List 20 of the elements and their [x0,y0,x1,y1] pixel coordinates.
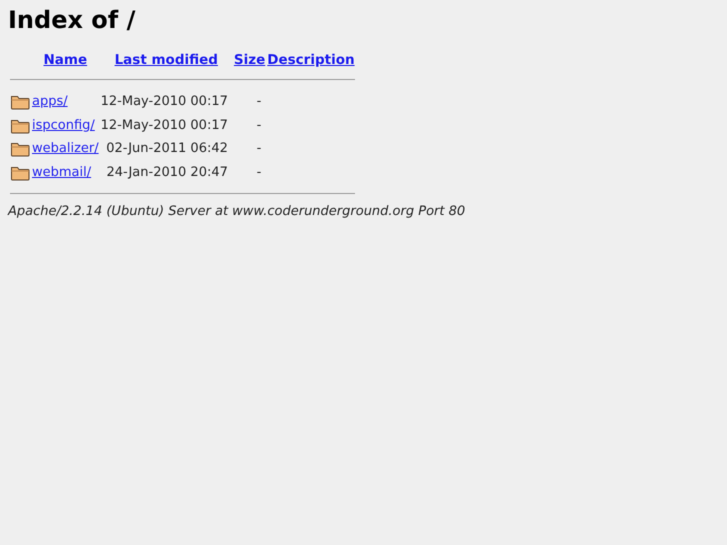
modified-date: 12-May-2010 00:17 [100,118,228,133]
file-size: - [256,164,262,180]
modified-date: 12-May-2010 00:17 [100,94,228,110]
folder-icon [10,93,30,110]
column-header-link[interactable]: Description [267,52,355,68]
column-header-link[interactable]: Name [43,52,88,68]
folder-icon [10,140,30,158]
folder-link[interactable]: ispconfig/ [32,118,95,133]
file-size: - [256,94,262,110]
folder-link[interactable]: apps/ [32,94,68,110]
page-title: Index of / [8,6,136,34]
column-header-link[interactable]: Size [234,52,266,68]
modified-date: 24-Jan-2010 20:47 [106,164,228,180]
folder-link[interactable]: webalizer/ [32,141,99,156]
file-size: - [256,118,262,133]
modified-date: 02-Jun-2011 06:42 [106,141,228,156]
column-header-link[interactable]: Last modified [114,52,218,68]
file-size: - [256,141,262,156]
folder-link[interactable]: webmail/ [32,164,92,180]
server-signature: Apache/2.2.14 (Ubuntu) Server at www.coderunderground.org Port 80 [8,204,466,219]
